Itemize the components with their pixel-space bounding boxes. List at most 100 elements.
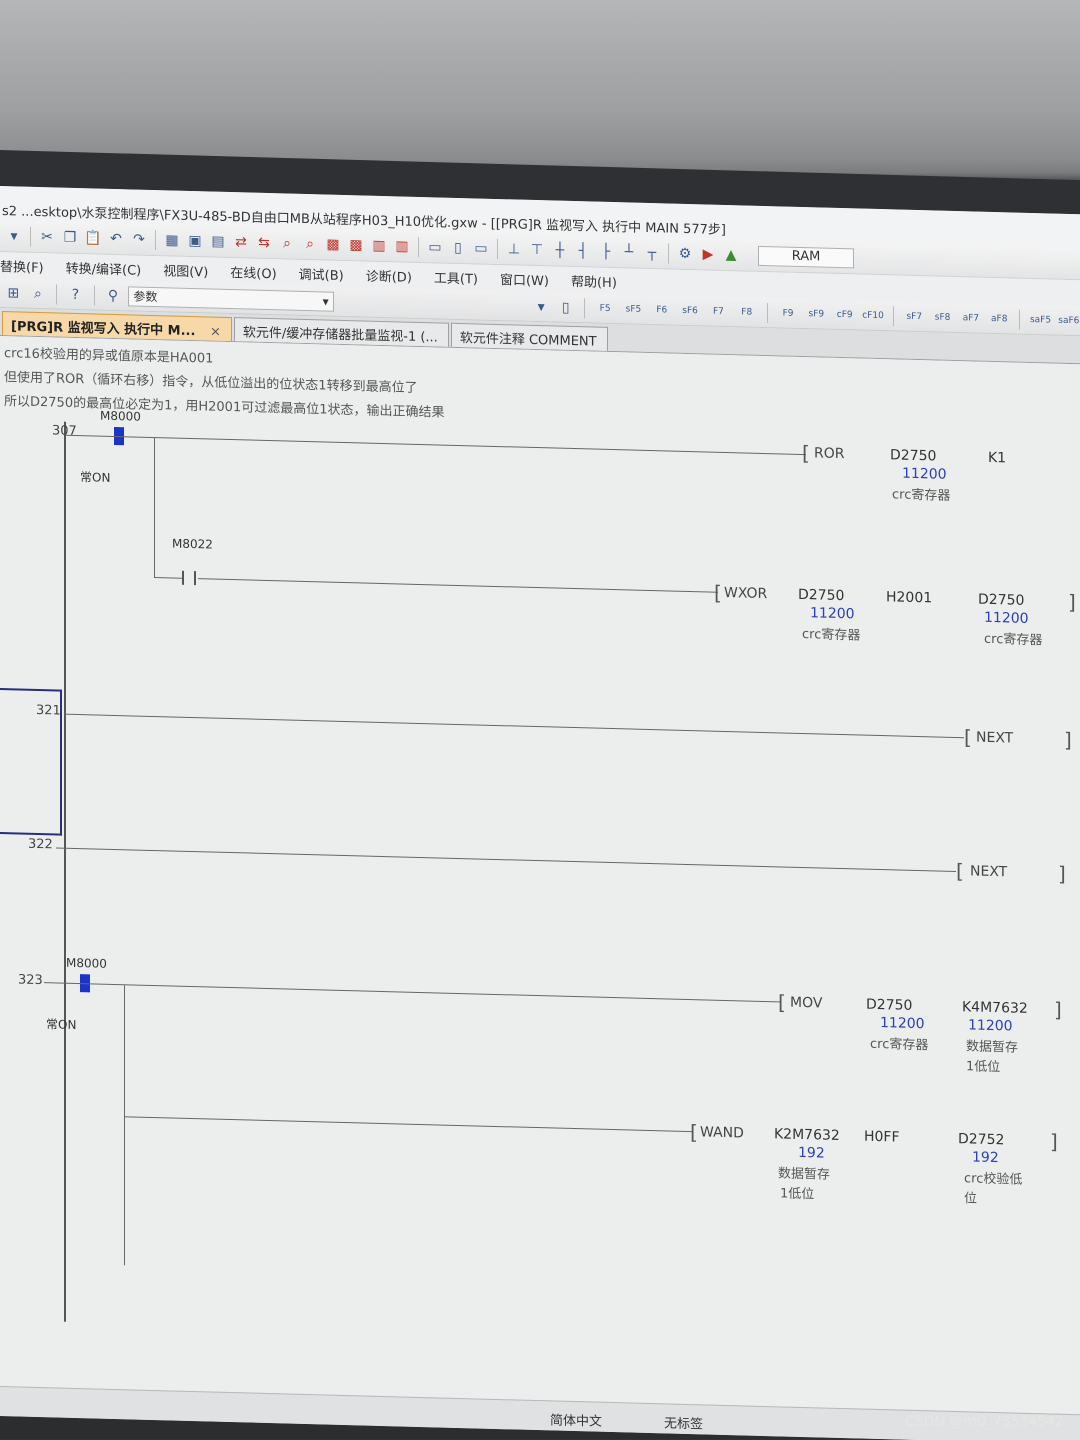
menu-item-view[interactable]: 视图(V) — [163, 260, 208, 280]
fkey-button[interactable]: aF8 — [988, 313, 1010, 324]
fkey-button[interactable]: F9 — [777, 308, 799, 319]
layout-icon[interactable]: ▯ — [448, 237, 468, 258]
run-icon[interactable]: ▶ — [698, 244, 718, 265]
ladder-editor[interactable]: crc16校验用的异或值原本是HA001 但使用了ROR（循环右移）指令，从低位… — [0, 336, 1080, 1425]
fkey-button[interactable]: sF5 — [622, 304, 644, 315]
fkey-button[interactable]: F6 — [651, 305, 673, 316]
menu-item-help[interactable]: 帮助(H) — [571, 270, 617, 290]
monitor-icon[interactable]: ▩ — [323, 234, 343, 255]
close-icon[interactable]: × — [210, 324, 221, 339]
fkey-button[interactable]: sF8 — [931, 312, 953, 323]
operand-device[interactable]: H0FF — [864, 1129, 900, 1146]
dropdown-icon[interactable]: ▾ — [4, 226, 24, 247]
app-window: s2 ...esktop\水泵控制程序\FX3U-485-BD自由口MB从站程序… — [0, 186, 1080, 1440]
menu-item-debug[interactable]: 调试(B) — [299, 263, 344, 283]
chevron-down-icon[interactable]: ▾ — [532, 296, 551, 316]
fkey-button[interactable]: sF6 — [679, 305, 701, 316]
fkey-button[interactable]: cF9 — [834, 309, 856, 320]
window-icon[interactable]: ▭ — [425, 237, 445, 258]
display-icon[interactable]: ▭ — [471, 238, 491, 259]
fkey-button[interactable]: F5 — [594, 303, 616, 314]
undo-icon[interactable]: ↶ — [106, 228, 126, 249]
fkey-button[interactable]: F7 — [707, 306, 729, 317]
settings-icon[interactable]: ⚙ — [675, 243, 695, 264]
fkey-button[interactable]: sF9 — [805, 309, 827, 320]
menu-item-replace[interactable]: 替换(F) — [0, 256, 44, 276]
menu-item-diagnostics[interactable]: 诊断(D) — [366, 265, 412, 285]
instruction-name[interactable]: MOV — [790, 995, 822, 1012]
operand-device[interactable]: D2752 — [958, 1131, 1004, 1148]
fkey-button[interactable]: cF10 — [862, 310, 884, 321]
operand-comment: 位 — [964, 1191, 978, 1207]
contact-device-label: M8000 — [100, 408, 141, 424]
toolbar-separator — [766, 302, 768, 323]
verify-icon[interactable]: ⌕ — [277, 233, 297, 254]
help-icon[interactable]: ? — [66, 284, 85, 304]
parameter-select-label: 参数 — [133, 288, 158, 304]
ladder-comment-icon[interactable]: ├ — [596, 241, 616, 262]
device-icon[interactable]: ▥ — [369, 235, 389, 256]
device-test-icon[interactable]: ▥ — [392, 236, 412, 257]
paste-icon[interactable]: 📋 — [83, 228, 103, 249]
ladder-line-icon[interactable]: ┼ — [550, 240, 570, 261]
fkey-button[interactable]: saF5 — [1029, 314, 1051, 325]
parameter-select[interactable]: 参数 ▾ — [128, 285, 334, 312]
toolbar-separator — [584, 297, 585, 318]
menu-item-tools[interactable]: 工具(T) — [434, 267, 478, 287]
instruction-bracket: [ — [714, 580, 722, 605]
menu-item-window[interactable]: 窗口(W) — [500, 269, 549, 289]
instruction-bracket: [ — [690, 1120, 698, 1145]
operand-device[interactable]: K1 — [988, 450, 1006, 466]
operand-device[interactable]: H2001 — [886, 589, 932, 606]
step-number: 323 — [18, 972, 43, 989]
instruction-name[interactable]: NEXT — [976, 730, 1013, 747]
operand-value: 192 — [972, 1149, 999, 1167]
instruction-name[interactable]: WAND — [700, 1124, 744, 1141]
fkey-button[interactable]: aF7 — [960, 313, 982, 324]
cut-icon[interactable]: ✂ — [37, 226, 57, 247]
menu-item-online[interactable]: 在线(O) — [230, 262, 276, 282]
redo-icon[interactable]: ↷ — [129, 229, 149, 250]
operand-device[interactable]: D2750 — [798, 587, 844, 604]
copy-icon[interactable]: ❐ — [60, 227, 80, 248]
write-plc-icon[interactable]: ⇄ — [231, 232, 251, 253]
operand-device[interactable]: K4M7632 — [962, 999, 1028, 1017]
ladder-note-icon[interactable]: ┬ — [642, 242, 662, 263]
monitor-stop-icon[interactable]: ▩ — [346, 235, 366, 256]
warning-icon[interactable]: ▲ — [721, 244, 741, 265]
fkey-button[interactable]: saF6 — [1058, 315, 1080, 326]
ladder-delete-icon[interactable]: ⊤ — [527, 239, 547, 260]
instruction-name[interactable]: NEXT — [970, 863, 1007, 880]
toolbar-separator — [893, 305, 895, 326]
operand-device[interactable]: D2750 — [890, 447, 936, 464]
watermark: CSDN @m0_73534542 — [904, 1414, 1064, 1430]
menu-item-convert[interactable]: 转换/编译(C) — [66, 257, 142, 278]
new-document-icon[interactable]: ▯ — [556, 297, 575, 317]
convert-icon[interactable]: ▤ — [208, 231, 228, 252]
normally-open-contact[interactable] — [182, 570, 196, 586]
instruction-name[interactable]: ROR — [814, 445, 844, 462]
rung-wire — [64, 713, 964, 739]
compile-icon[interactable]: ▦ — [162, 230, 182, 251]
memory-target-select[interactable]: RAM — [758, 245, 854, 268]
operand-comment: 1低位 — [966, 1059, 1001, 1076]
operand-device[interactable]: D2750 — [978, 592, 1024, 609]
contact-comment: 常ON — [46, 1017, 77, 1033]
search-options-icon[interactable]: ⌕ — [29, 283, 48, 303]
ladder-stat-icon[interactable]: ┴ — [619, 242, 639, 263]
rebuild-icon[interactable]: ▣ — [185, 230, 205, 251]
operand-value: 192 — [798, 1144, 825, 1162]
read-plc-icon[interactable]: ⇆ — [254, 232, 274, 253]
project-icon[interactable]: ⊞ — [4, 283, 23, 303]
instruction-name[interactable]: WXOR — [724, 585, 767, 602]
ladder-edit-icon[interactable]: ┤ — [573, 241, 593, 262]
find-icon[interactable]: ⚲ — [104, 285, 123, 305]
ladder-insert-icon[interactable]: ⊥ — [504, 239, 524, 260]
tab-device-comment[interactable]: 软元件注释 COMMENT — [450, 322, 608, 351]
instruction-bracket-end: ] — [1068, 589, 1076, 615]
fkey-button[interactable]: F8 — [736, 307, 758, 318]
fkey-button[interactable]: sF7 — [903, 311, 925, 322]
search-icon[interactable]: ⌕ — [300, 233, 320, 254]
operand-device[interactable]: D2750 — [866, 997, 912, 1014]
operand-device[interactable]: K2M7632 — [774, 1126, 840, 1144]
